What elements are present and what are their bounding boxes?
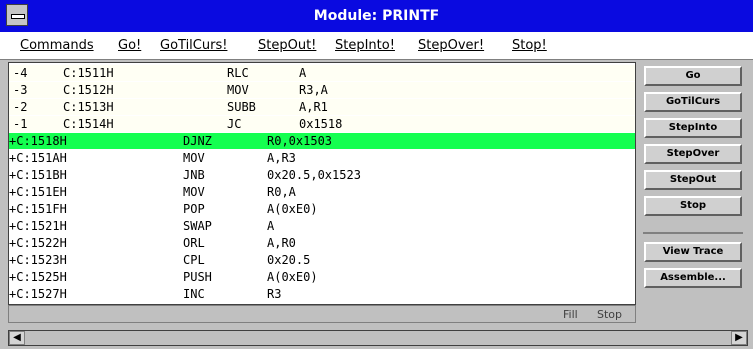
code-addr: +C:151EH bbox=[9, 185, 67, 199]
history-row[interactable]: -1 C:1514H JC 0x1518 bbox=[9, 116, 635, 132]
scroll-right-icon[interactable]: ▶ bbox=[731, 331, 747, 345]
code-row[interactable]: +C:151AH MOV A,R3 bbox=[9, 150, 635, 166]
code-arg: 0x20.5,0x1523 bbox=[267, 168, 361, 182]
code-row[interactable]: +C:1527H INC R3 bbox=[9, 286, 635, 302]
code-addr: +C:1522H bbox=[9, 236, 67, 250]
history-row[interactable]: -2 C:1513H SUBB A,R1 bbox=[9, 99, 635, 115]
code-op: INC bbox=[183, 287, 205, 301]
gotilcurs-button[interactable]: GoTilCurs bbox=[644, 92, 742, 112]
stop-button[interactable]: Stop bbox=[644, 196, 742, 216]
right-scrollbar[interactable] bbox=[745, 62, 753, 326]
history-arg: A,R1 bbox=[299, 100, 328, 114]
code-row[interactable]: +C:1522H ORL A,R0 bbox=[9, 235, 635, 251]
fill-indicator: Fill bbox=[563, 308, 578, 321]
code-arg: R0,0x1503 bbox=[267, 134, 333, 148]
menu-item-go[interactable]: Go! bbox=[118, 38, 141, 53]
code-op: PUSH bbox=[183, 270, 212, 284]
command-panel: Go GoTilCurs StepInto StepOver StepOut S… bbox=[639, 62, 745, 326]
code-arg: R0,A bbox=[267, 185, 296, 199]
code-op: JNB bbox=[183, 168, 205, 182]
menu-bar: Commands Go! GoTilCurs! StepOut! StepInto! St… bbox=[0, 32, 753, 60]
code-op: DJNZ bbox=[183, 134, 212, 148]
stepout-button[interactable]: StepOut bbox=[644, 170, 742, 190]
code-arg: A(0xE0) bbox=[267, 202, 318, 216]
code-addr: +C:1523H bbox=[9, 253, 67, 267]
history-row[interactable]: -4 C:1511H RLC A bbox=[9, 65, 635, 81]
title-bar: Module: PRINTF bbox=[0, 0, 753, 32]
history-op: JC bbox=[227, 117, 242, 131]
history-arg: 0x1518 bbox=[299, 117, 343, 131]
history-addr: C:1513H bbox=[63, 100, 114, 114]
stepover-button[interactable]: StepOver bbox=[644, 144, 742, 164]
code-row[interactable]: +C:1521H SWAP A bbox=[9, 218, 635, 234]
code-row[interactable]: +C:151EH MOV R0,A bbox=[9, 184, 635, 200]
history-op: SUBB bbox=[227, 100, 256, 114]
code-op: POP bbox=[183, 202, 205, 216]
status-bar: Fill Stop bbox=[8, 305, 636, 323]
history-row[interactable]: -3 C:1512H MOV R3,A bbox=[9, 82, 635, 98]
code-row[interactable]: +C:1525H PUSH A(0xE0) bbox=[9, 269, 635, 285]
menu-item-stepout[interactable]: StepOut! bbox=[258, 38, 316, 53]
code-addr: +C:1525H bbox=[9, 270, 67, 284]
panel-divider bbox=[643, 232, 743, 234]
current-line-row[interactable]: +C:1518H DJNZ R0,0x1503 bbox=[9, 133, 635, 149]
history-addr: C:1512H bbox=[63, 83, 114, 97]
stop-indicator: Stop bbox=[597, 308, 623, 321]
code-row[interactable]: +C:151FH POP A(0xE0) bbox=[9, 201, 635, 217]
code-op: ORL bbox=[183, 236, 205, 250]
menu-item-gotilcurs[interactable]: GoTilCurs! bbox=[160, 38, 227, 53]
history-op: MOV bbox=[227, 83, 249, 97]
stepinto-button[interactable]: StepInto bbox=[644, 118, 742, 138]
code-arg: A,R3 bbox=[267, 151, 296, 165]
code-arg: 0x20.5 bbox=[267, 253, 311, 267]
code-op: CPL bbox=[183, 253, 205, 267]
history-idx: -2 bbox=[13, 100, 28, 114]
code-arg: A bbox=[267, 219, 275, 233]
horizontal-scrollbar[interactable]: ◀ ▶ bbox=[8, 330, 748, 346]
menu-item-stepover[interactable]: StepOver! bbox=[418, 38, 484, 53]
go-button[interactable]: Go bbox=[644, 66, 742, 86]
code-arg: R3 bbox=[267, 287, 282, 301]
menu-item-stepinto[interactable]: StepInto! bbox=[335, 38, 395, 53]
history-arg: A bbox=[299, 66, 307, 80]
code-row[interactable]: +C:1523H CPL 0x20.5 bbox=[9, 252, 635, 268]
code-op: MOV bbox=[183, 151, 205, 165]
code-addr: +C:151BH bbox=[9, 168, 67, 182]
code-addr: +C:1518H bbox=[9, 134, 67, 148]
disassembly-list[interactable]: -4 C:1511H RLC A -3 C:1512H MOV R3,A -2 C:1513H SU… bbox=[8, 62, 636, 305]
history-idx: -3 bbox=[13, 83, 28, 97]
code-row[interactable]: +C:151BH JNB 0x20.5,0x1523 bbox=[9, 167, 635, 183]
history-addr: C:1514H bbox=[63, 117, 114, 131]
code-op: SWAP bbox=[183, 219, 212, 233]
menu-item-commands[interactable]: Commands bbox=[20, 38, 94, 53]
code-addr: +C:1527H bbox=[9, 287, 67, 301]
code-op: MOV bbox=[183, 185, 205, 199]
code-addr: +C:1521H bbox=[9, 219, 67, 233]
window-title: Module: PRINTF bbox=[313, 8, 440, 24]
debugger-window: Module: PRINTF Commands Go! GoTilCurs! Step… bbox=[0, 0, 753, 349]
code-arg: A,R0 bbox=[267, 236, 296, 250]
assemble-button[interactable]: Assemble... bbox=[644, 268, 742, 288]
code-arg: A(0xE0) bbox=[267, 270, 318, 284]
code-addr: +C:151AH bbox=[9, 151, 67, 165]
history-addr: C:1511H bbox=[63, 66, 114, 80]
menu-item-stop[interactable]: Stop! bbox=[512, 38, 547, 53]
view-trace-button[interactable]: View Trace bbox=[644, 242, 742, 262]
scroll-left-icon[interactable]: ◀ bbox=[9, 331, 25, 345]
history-idx: -4 bbox=[13, 66, 28, 80]
history-idx: -1 bbox=[13, 117, 28, 131]
history-op: RLC bbox=[227, 66, 249, 80]
code-addr: +C:151FH bbox=[9, 202, 67, 216]
history-arg: R3,A bbox=[299, 83, 328, 97]
